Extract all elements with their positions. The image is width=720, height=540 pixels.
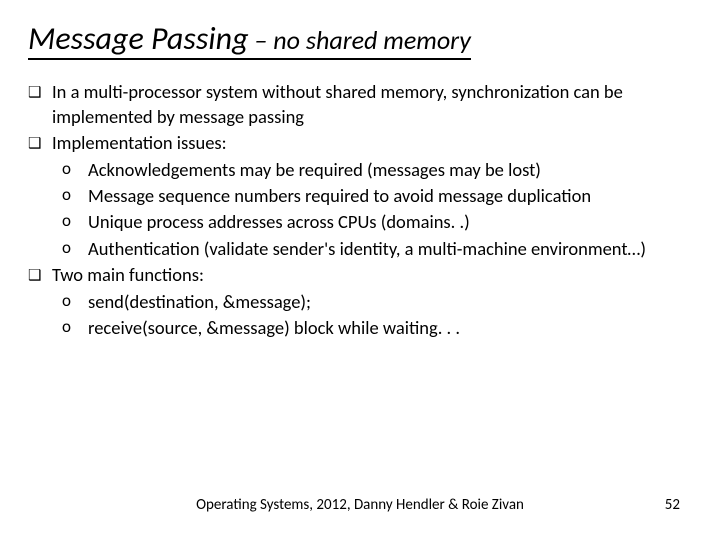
- bullet-level2: o Unique process addresses across CPUs (…: [62, 210, 692, 234]
- title-connector: –: [249, 24, 274, 56]
- title-sub: no shared memory: [273, 24, 471, 56]
- bullet-text: In a multi-processor system without shar…: [50, 80, 692, 129]
- circle-bullet-icon: o: [62, 210, 88, 232]
- square-bullet-icon: ❑: [28, 80, 50, 103]
- circle-bullet-icon: o: [62, 316, 88, 338]
- bullet-text: receive(source, &message) block while wa…: [88, 316, 692, 340]
- bullet-level2: o send(destination, &message);: [62, 290, 692, 314]
- bullet-text: Implementation issues:: [50, 131, 692, 155]
- bullet-level2: o Authentication (validate sender's iden…: [62, 237, 692, 261]
- bullet-level2: o receive(source, &message) block while …: [62, 316, 692, 340]
- slide-body: ❑ In a multi-processor system without sh…: [28, 80, 692, 340]
- slide-title: Message Passing – no shared memory: [28, 20, 471, 60]
- slide: Message Passing – no shared memory ❑ In …: [0, 0, 720, 540]
- footer-credit: Operating Systems, 2012, Danny Hendler &…: [0, 496, 720, 514]
- circle-bullet-icon: o: [62, 184, 88, 206]
- square-bullet-icon: ❑: [28, 131, 50, 154]
- page-number: 52: [665, 496, 680, 514]
- bullet-level1: ❑ Two main functions:: [28, 263, 692, 287]
- bullet-level2: o Message sequence numbers required to a…: [62, 184, 692, 208]
- circle-bullet-icon: o: [62, 158, 88, 180]
- bullet-text: Authentication (validate sender's identi…: [88, 237, 692, 261]
- bullet-level1: ❑ Implementation issues:: [28, 131, 692, 155]
- bullet-text: send(destination, &message);: [88, 290, 692, 314]
- bullet-text: Message sequence numbers required to avo…: [88, 184, 692, 208]
- bullet-level2: o Acknowledgements may be required (mess…: [62, 158, 692, 182]
- square-bullet-icon: ❑: [28, 263, 50, 286]
- slide-footer: Operating Systems, 2012, Danny Hendler &…: [0, 496, 720, 518]
- circle-bullet-icon: o: [62, 290, 88, 312]
- bullet-level1: ❑ In a multi-processor system without sh…: [28, 80, 692, 129]
- circle-bullet-icon: o: [62, 237, 88, 259]
- bullet-text: Two main functions:: [50, 263, 692, 287]
- bullet-text: Unique process addresses across CPUs (do…: [88, 210, 692, 234]
- title-main: Message Passing: [28, 19, 249, 58]
- bullet-text: Acknowledgements may be required (messag…: [88, 158, 692, 182]
